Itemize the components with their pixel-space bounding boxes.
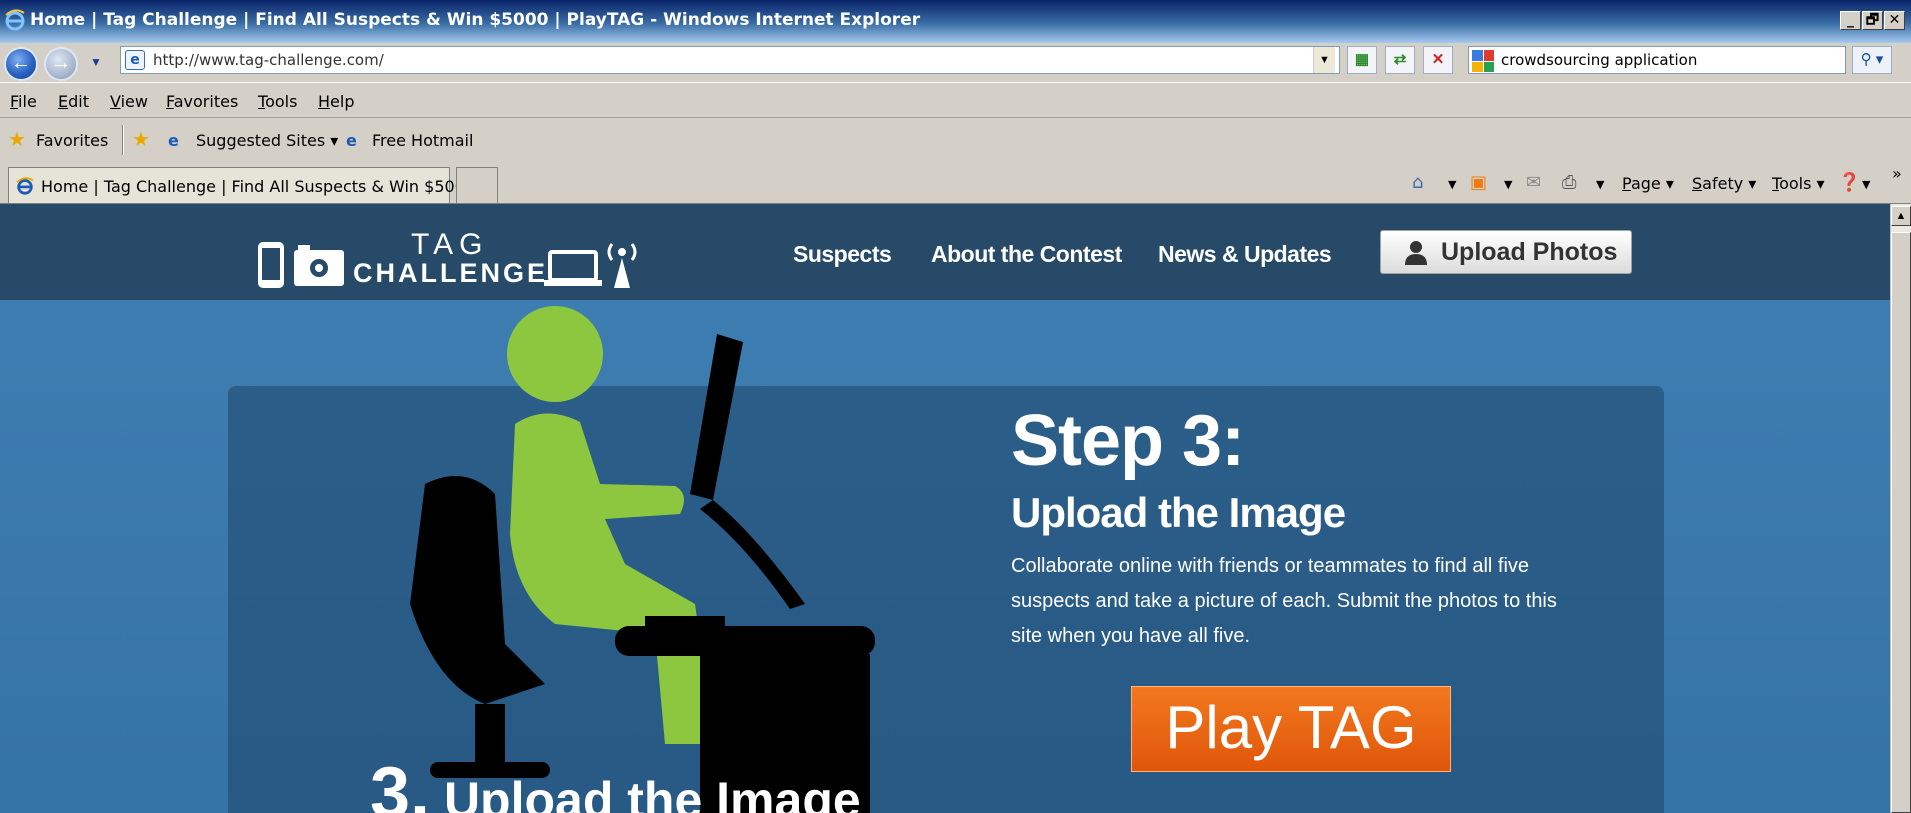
back-button[interactable]: ← — [4, 47, 38, 81]
step-title: Step 3: — [1011, 401, 1245, 481]
menu-favorites[interactable]: Favorites — [166, 92, 238, 111]
safety-menu[interactable]: Safety ▾ — [1692, 174, 1756, 193]
ie-logo-icon — [4, 9, 26, 36]
minimize-button[interactable]: _ — [1840, 11, 1861, 30]
page-icon: e — [125, 50, 145, 70]
favorites-button[interactable]: Favorites — [36, 131, 108, 150]
menu-bar: File Edit View Favorites Tools Help — [0, 82, 1911, 118]
close-window-button[interactable]: ✕ — [1884, 11, 1905, 30]
tab-title: Home | Tag Challenge | Find All Suspects… — [41, 177, 491, 196]
home-icon[interactable]: ⌂ — [1412, 172, 1423, 193]
search-field[interactable]: crowdsourcing application — [1468, 46, 1846, 74]
phone-camera-icon — [258, 242, 344, 288]
google-search-icon — [1472, 50, 1494, 72]
tools-menu[interactable]: Tools ▾ — [1772, 174, 1825, 193]
nav-about-contest[interactable]: About the Contest — [931, 241, 1122, 268]
free-hotmail-link[interactable]: Free Hotmail — [372, 131, 473, 150]
play-tag-button[interactable]: Play TAG — [1131, 686, 1451, 772]
forward-button[interactable]: → — [44, 47, 78, 81]
logo-challenge-text: CHALLENGE — [353, 258, 548, 288]
search-go-button[interactable]: ⚲ ▾ — [1852, 46, 1892, 74]
tag-challenge-logo[interactable]: TAG CHALLENGE — [256, 226, 646, 290]
address-url[interactable]: http://www.tag-challenge.com/ — [153, 51, 384, 69]
stop-icon[interactable]: ✕ — [1423, 46, 1453, 74]
ie-page-icon: e — [346, 131, 357, 150]
vertical-scrollbar[interactable]: ▲ — [1890, 204, 1911, 813]
favorites-separator — [122, 125, 124, 155]
step-subtitle: Upload the Image — [1011, 489, 1346, 536]
scroll-thumb[interactable] — [1891, 232, 1911, 813]
menu-view[interactable]: View — [110, 92, 148, 111]
help-dropdown-icon[interactable]: ▼ — [1862, 178, 1870, 191]
read-mail-icon[interactable]: ✉ — [1526, 172, 1541, 193]
home-dropdown-icon[interactable]: ▼ — [1448, 178, 1456, 191]
laptop-antenna-icon — [544, 243, 637, 288]
compatibility-view-icon[interactable]: ▦ — [1347, 46, 1377, 74]
menu-edit[interactable]: Edit — [58, 92, 89, 111]
new-tab-button[interactable] — [456, 167, 498, 203]
web-content: TAG CHALLENGE Suspects About the Contest… — [0, 204, 1890, 813]
favorites-bar: ★ Favorites ★ e Suggested Sites ▾ e Free… — [0, 119, 1911, 162]
upload-photos-label: Upload Photos — [1441, 238, 1618, 266]
tab-row: Home | Tag Challenge | Find All Suspects… — [0, 162, 1911, 204]
tab-active[interactable]: Home | Tag Challenge | Find All Suspects… — [8, 167, 490, 203]
scroll-up-button[interactable]: ▲ — [1891, 206, 1911, 226]
person-icon — [1405, 241, 1427, 265]
page-menu[interactable]: Page ▾ — [1622, 174, 1674, 193]
step-caption-number: 3. — [370, 753, 431, 813]
address-field[interactable]: e http://www.tag-challenge.com/ — [120, 46, 1340, 74]
menu-tools[interactable]: Tools — [258, 92, 297, 111]
ie-tab-icon — [15, 176, 35, 200]
help-icon[interactable]: ❓ — [1838, 172, 1860, 193]
print-dropdown-icon[interactable]: ▼ — [1596, 178, 1604, 191]
recent-pages-dropdown-icon[interactable]: ▼ — [90, 55, 102, 69]
refresh-icon[interactable]: ⇄ — [1385, 46, 1415, 74]
suggested-sites-link[interactable]: Suggested Sites ▾ — [196, 131, 338, 150]
favorites-star-icon: ★ — [8, 127, 26, 151]
nav-suspects[interactable]: Suspects — [793, 241, 892, 268]
logo-tag-text: TAG — [411, 228, 489, 261]
feeds-dropdown-icon[interactable]: ▼ — [1504, 178, 1512, 191]
menu-file[interactable]: File — [10, 92, 37, 111]
print-icon[interactable]: ⎙ — [1562, 172, 1576, 193]
person-at-computer-illustration — [410, 306, 875, 813]
site-header: TAG CHALLENGE Suspects About the Contest… — [0, 204, 1890, 300]
address-dropdown-icon[interactable]: ▼ — [1313, 47, 1335, 73]
add-to-favorites-icon[interactable]: ★ — [132, 127, 150, 151]
upload-photos-button[interactable]: Upload Photos — [1380, 230, 1632, 274]
step-caption-text: Upload the Image — [443, 772, 861, 813]
nav-news-updates[interactable]: News & Updates — [1158, 241, 1332, 268]
step-caption: 3. Upload the Image — [370, 752, 861, 813]
feeds-icon[interactable]: ▣ — [1470, 172, 1487, 193]
window-title-bar: Home | Tag Challenge | Find All Suspects… — [0, 0, 1911, 43]
search-query[interactable]: crowdsourcing application — [1501, 51, 1697, 69]
toolbar-overflow-icon[interactable]: » — [1892, 164, 1902, 183]
window-title: Home | Tag Challenge | Find All Suspects… — [30, 10, 921, 30]
step-description: Collaborate online with friends or teamm… — [1011, 555, 1557, 647]
menu-help[interactable]: Help — [318, 92, 354, 111]
ie-icon: e — [168, 131, 179, 150]
restore-button[interactable]: 🗗 — [1862, 11, 1883, 30]
